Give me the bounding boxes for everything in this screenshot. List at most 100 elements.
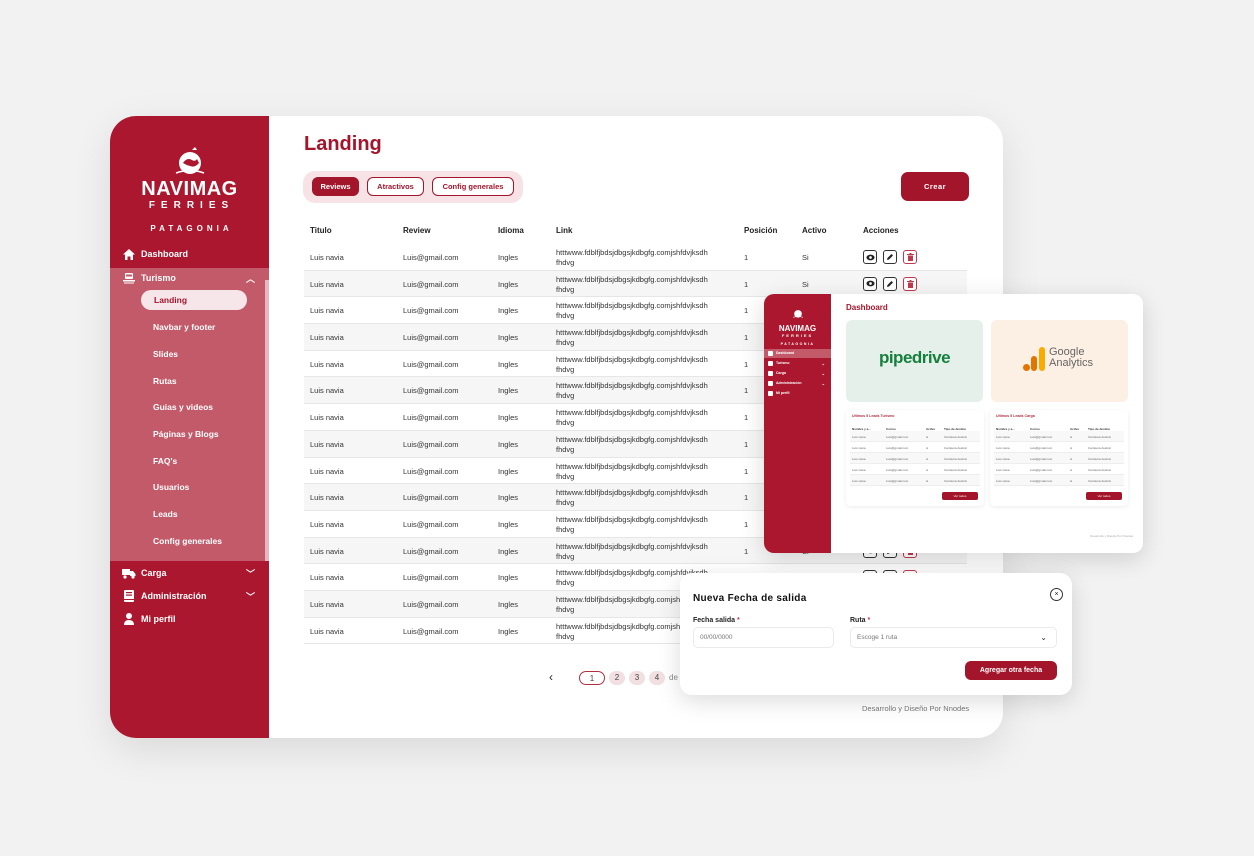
pipedrive-card[interactable]: pipedrive [846, 320, 983, 402]
tab-config-generales[interactable]: Config generales [432, 177, 514, 196]
lead-row: Luis navia Luis@gmail.com si Carretera Aust… [994, 453, 1124, 464]
fecha-salida-input[interactable]: 00/00/0000 [693, 627, 834, 648]
cell-posicion: 1 [744, 439, 749, 449]
lead-header-cell: Correo [886, 426, 896, 431]
close-icon[interactable]: × [1050, 588, 1063, 601]
delete-button[interactable] [903, 250, 917, 264]
preview-nav-turismo[interactable]: Turismo ⌄ [764, 359, 831, 368]
submenu-item-guias-videos[interactable]: Guias y videos [153, 402, 213, 412]
view-button[interactable] [863, 250, 877, 264]
lead-cell: si [926, 478, 929, 483]
link-line2: fhdvg [556, 524, 575, 534]
cell-link: htttwww.fdblfjbdsjdbgsjkdbgfg.comjshfdvj… [556, 435, 731, 455]
header-posicion: Posición [744, 226, 778, 235]
page-3[interactable]: 3 [629, 671, 645, 685]
sidebar-item-mi-perfil[interactable]: Mi perfil [110, 608, 269, 630]
cell-idioma: Ingles [498, 573, 519, 583]
view-button[interactable] [863, 276, 877, 291]
cell-activo: Si [802, 279, 809, 289]
link-line2: fhdvg [556, 284, 575, 294]
brand-logo: NAVIMAG FERRIES PATAGONIA [110, 146, 269, 233]
cell-posicion: 1 [744, 413, 749, 423]
submenu-item-slides[interactable]: Slides [153, 349, 178, 359]
cell-idioma: Ingles [498, 493, 519, 503]
cell-review: Luis@gmail.com [403, 546, 459, 556]
sidebar-item-turismo[interactable]: Turismo ︿ [110, 267, 269, 289]
cell-review: Luis@gmail.com [403, 306, 459, 316]
add-date-button[interactable]: Agregar otra fecha [965, 661, 1057, 680]
lead-cell: si [926, 456, 929, 461]
lead-table-header: Nombre y a... Correo Activo Tipo de destino [846, 423, 984, 431]
edit-button[interactable] [883, 276, 897, 291]
modal-title: Nueva Fecha de salida [693, 593, 807, 604]
header-acciones: Acciones [863, 226, 899, 235]
lead-cell: Luis navia [996, 434, 1010, 439]
cell-titulo: Luis navia [310, 333, 344, 343]
view-all-button[interactable]: Ver todos [1086, 492, 1122, 500]
tab-atractivos[interactable]: Atractivos [367, 177, 424, 196]
preview-nav-dashboard[interactable]: Dashboard [764, 349, 831, 358]
view-all-button[interactable]: Ver todos [942, 492, 978, 500]
sidebar-item-administracion[interactable]: Administración ﹀ [110, 585, 269, 607]
page-1[interactable]: 1 [579, 671, 605, 685]
submenu-item-landing[interactable]: Landing [141, 290, 247, 310]
link-line2: fhdvg [556, 391, 575, 401]
tab-reviews[interactable]: Reviews [312, 177, 359, 196]
brand-region: PATAGONIA [150, 224, 233, 233]
google-analytics-card[interactable]: Google Analytics [991, 320, 1128, 402]
cell-titulo: Luis navia [310, 306, 344, 316]
page-4[interactable]: 4 [649, 671, 665, 685]
preview-nav-carga[interactable]: Carga ⌄ [764, 369, 831, 378]
create-button[interactable]: Crear [901, 172, 969, 201]
link-line1: htttwww.fdblfjbdsjdbgsjkdbgfg.comjshfdvj… [556, 248, 708, 257]
cell-link: htttwww.fdblfjbdsjdbgsjkdbgfg.comjshfdvj… [556, 515, 731, 535]
lead-cell: si [1070, 434, 1073, 439]
leads-turismo-card: Ultimos 5 Leads Turismo Nombre y a... Corr… [846, 410, 984, 506]
submenu-item-leads[interactable]: Leads [153, 509, 178, 519]
preview-nav-administracion[interactable]: Administración ⌄ [764, 379, 831, 388]
sidebar-item-label: Carga [141, 568, 167, 578]
lead-header-cell: Correo [1030, 426, 1040, 431]
ruta-label-text: Ruta [850, 617, 866, 624]
prev-page-icon[interactable]: ‹ [549, 670, 553, 684]
cell-review: Luis@gmail.com [403, 386, 459, 396]
ruta-select[interactable]: Escoge 1 ruta ⌄ [850, 627, 1057, 648]
cell-review: Luis@gmail.com [403, 573, 459, 583]
brand-sub: FERRIES [148, 200, 235, 211]
preview-title: Dashboard [846, 303, 888, 312]
preview-nav-mi-perfil[interactable]: Mi perfil [764, 389, 831, 398]
footer-credit: Desarrollo y Diseño Por Nnodes [862, 704, 970, 713]
cell-titulo: Luis navia [310, 413, 344, 423]
cell-idioma: Ingles [498, 253, 519, 262]
pencil-icon [886, 280, 894, 288]
book-icon [122, 589, 136, 603]
table-header: Titulo Review Idioma Link Posición Activ… [304, 220, 967, 244]
submenu-item-rutas[interactable]: Rutas [153, 376, 177, 386]
lead-row: Luis navia Luis@gmail.com si Carretera Aust… [994, 464, 1124, 475]
cell-link: htttwww.fdblfjbdsjdbgsjkdbgfg.comjshfdvj… [556, 301, 731, 321]
lead-cell: Luis navia [996, 478, 1010, 483]
edit-button[interactable] [883, 250, 897, 264]
delete-button[interactable] [903, 276, 917, 291]
sidebar-item-carga[interactable]: Carga ﹀ [110, 562, 269, 584]
page-2[interactable]: 2 [609, 671, 625, 685]
cell-review: Luis@gmail.com [403, 253, 459, 262]
ruta-label: Ruta * [850, 617, 870, 624]
lead-row: Luis navia Luis@gmail.com si Carretera Aust… [850, 453, 980, 464]
sidebar-item-dashboard[interactable]: Dashboard [110, 243, 269, 265]
cell-link: htttwww.fdblfjbdsjdbgsjkdbgfg.comjshfdvj… [556, 408, 731, 428]
lead-row: Luis navia Luis@gmail.com si Carretera Aust… [994, 442, 1124, 453]
required-mark: * [736, 617, 740, 624]
submenu-item-navbar-footer[interactable]: Navbar y footer [153, 322, 215, 332]
link-line1: htttwww.fdblfjbdsjdbgsjkdbgfg.comjshfdvj… [556, 541, 708, 551]
submenu-item-faqs[interactable]: FAQ's [153, 456, 177, 466]
page-title: Landing [304, 133, 382, 155]
submenu-item-usuarios[interactable]: Usuarios [153, 482, 189, 492]
lead-cell: si [1070, 456, 1073, 461]
cell-link: htttwww.fdblfjbdsjdbgsjkdbgfg.comjshfdvj… [556, 381, 731, 401]
lead-cell: Luis@gmail.com [886, 434, 909, 439]
submenu-item-config-generales[interactable]: Config generales [153, 536, 222, 546]
link-line2: fhdvg [556, 311, 575, 321]
brand-name: NAVIMAG [141, 178, 238, 200]
submenu-item-paginas-blogs[interactable]: Páginas y Blogs [153, 429, 219, 439]
